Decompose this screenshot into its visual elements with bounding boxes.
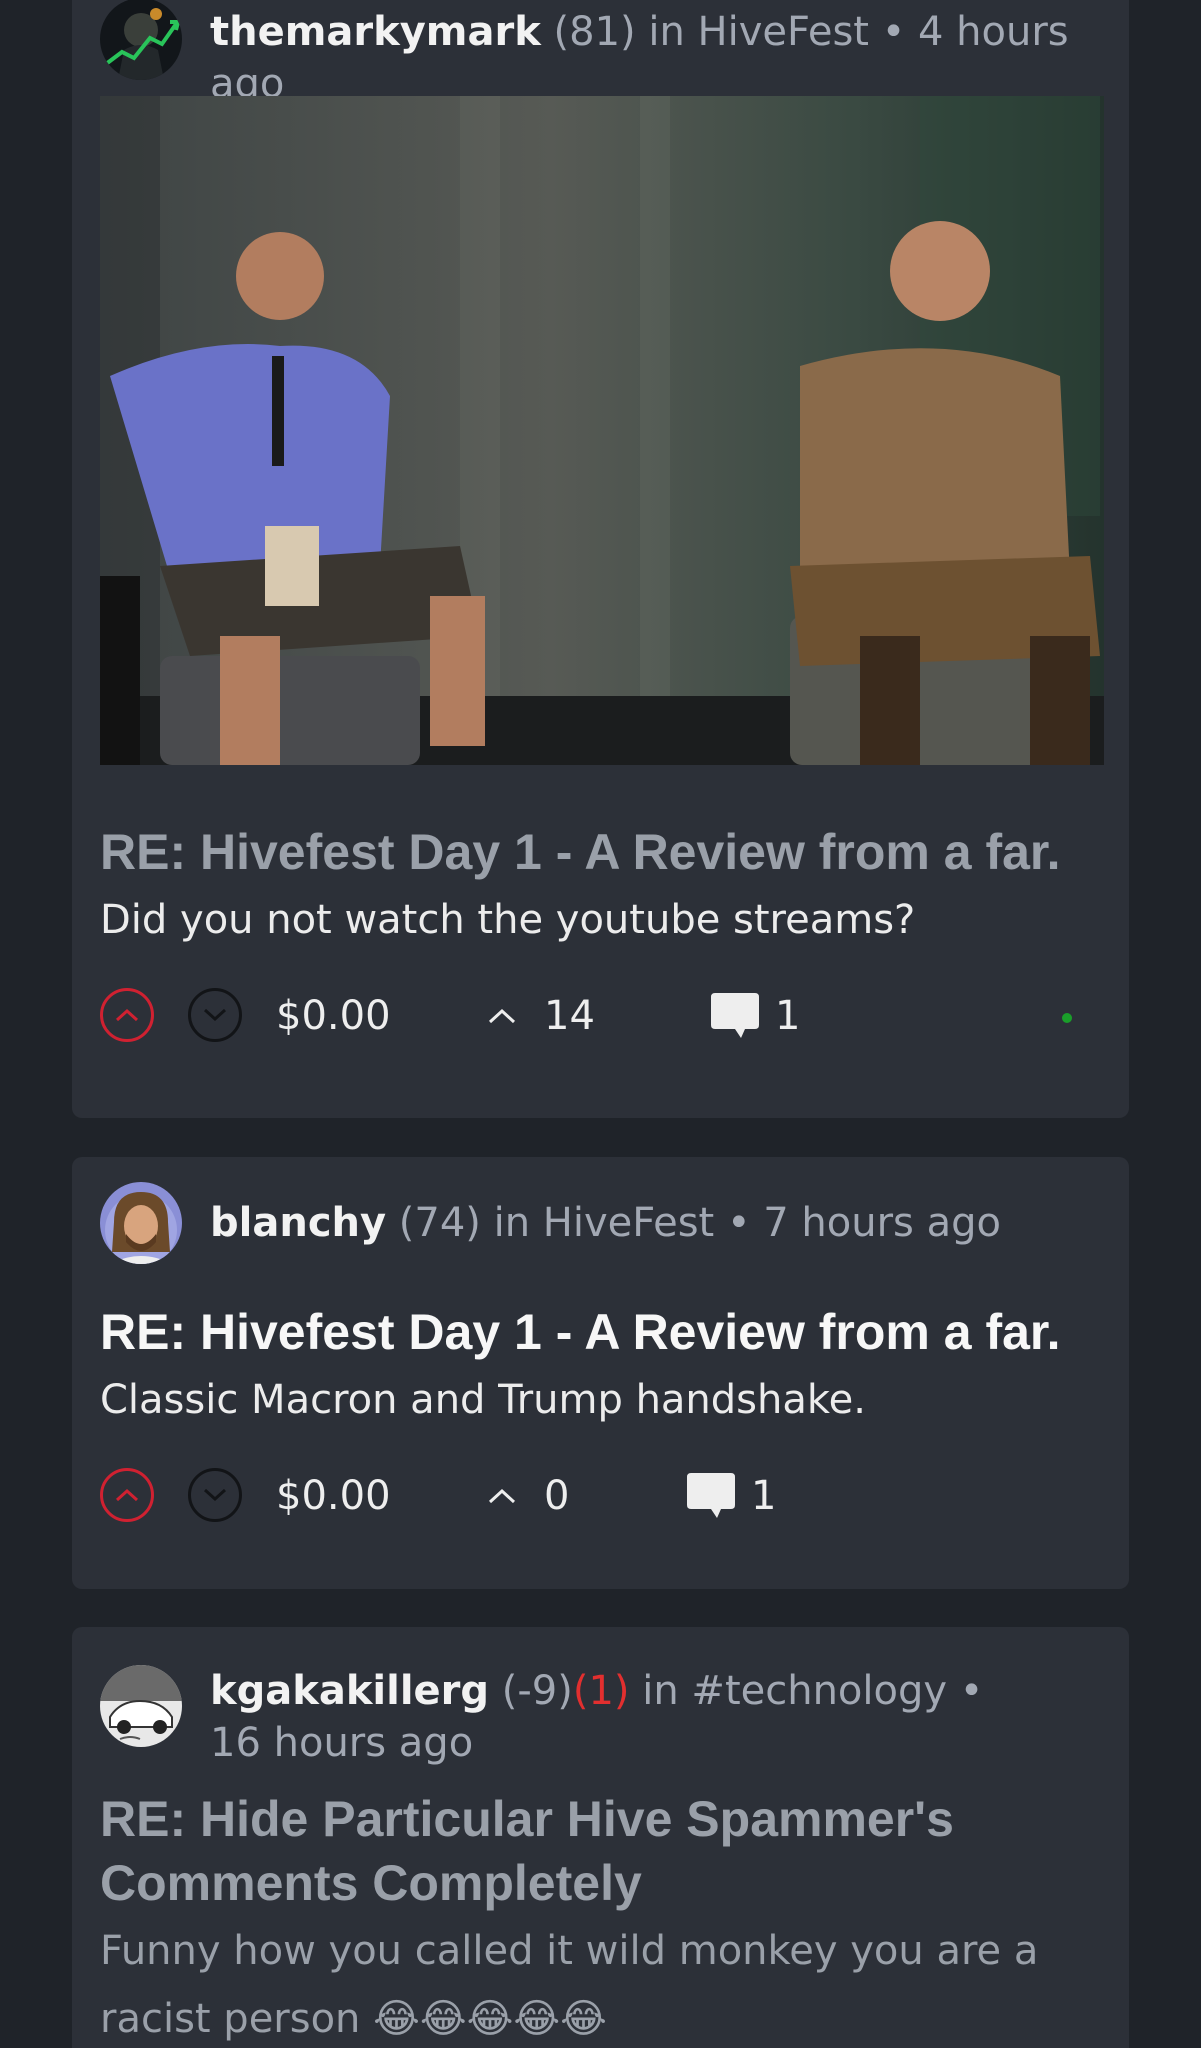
- post-image[interactable]: [100, 96, 1104, 765]
- author-name[interactable]: themarkymark: [210, 9, 541, 55]
- chevron-up-icon: [115, 1488, 139, 1502]
- author-reputation: (74): [398, 1200, 481, 1246]
- author-reputation: (81): [553, 9, 636, 55]
- avatar[interactable]: [100, 1182, 182, 1264]
- post-time: • 7 hours ago: [726, 1200, 1001, 1246]
- post-title[interactable]: RE: Hivefest Day 1 - A Review from a far…: [100, 1300, 1089, 1364]
- comment-count[interactable]: 1: [709, 988, 800, 1044]
- chevron-down-icon: [203, 1008, 227, 1022]
- author-name[interactable]: blanchy: [210, 1200, 386, 1246]
- comment-bubble-icon: [687, 1473, 735, 1518]
- post-byline: themarkymark (81) in HiveFest • 4 hours …: [100, 0, 1129, 110]
- vote-count-value: 14: [544, 993, 595, 1039]
- avatar[interactable]: [100, 0, 182, 80]
- post-body[interactable]: Funny how you called it wild monkey you …: [100, 1917, 1089, 2048]
- post-body[interactable]: Classic Macron and Trump handshake.: [100, 1366, 1089, 1434]
- post-title[interactable]: RE: Hivefest Day 1 - A Review from a far…: [100, 820, 1089, 884]
- vote-count[interactable]: 14: [486, 988, 595, 1044]
- post-title[interactable]: RE: Hide Particular Hive Spammer's Comme…: [100, 1787, 1089, 1915]
- flag-count: (1): [572, 1668, 630, 1714]
- post-body[interactable]: Did you not watch the youtube streams?: [100, 886, 1089, 954]
- upvote-button[interactable]: [100, 1468, 154, 1522]
- comment-bubble-icon: [711, 993, 759, 1038]
- online-status-dot: [1062, 1013, 1072, 1023]
- vote-count[interactable]: 0: [486, 1468, 569, 1524]
- post-card: kgakakillerg (-9)(1) in #technology • 16…: [72, 1627, 1129, 2048]
- post-byline: kgakakillerg (-9)(1) in #technology • 16…: [100, 1665, 990, 1769]
- community-link[interactable]: in HiveFest: [494, 1200, 715, 1246]
- downvote-button[interactable]: [188, 988, 242, 1042]
- community-link[interactable]: in HiveFest: [648, 9, 869, 55]
- comment-count-value: 1: [751, 1473, 777, 1519]
- caret-up-icon: [488, 1488, 516, 1504]
- post-card: themarkymark (81) in HiveFest • 4 hours …: [72, 0, 1129, 1118]
- vote-count-value: 0: [544, 1473, 570, 1519]
- caret-up-icon: [488, 1008, 516, 1024]
- downvote-button[interactable]: [188, 1468, 242, 1522]
- payout-amount[interactable]: $0.00: [276, 1468, 391, 1524]
- author-name[interactable]: kgakakillerg: [210, 1668, 489, 1714]
- avatar[interactable]: [100, 1665, 182, 1747]
- community-link[interactable]: in #technology: [642, 1668, 947, 1714]
- payout-amount[interactable]: $0.00: [276, 988, 391, 1044]
- feed: themarkymark (81) in HiveFest • 4 hours …: [0, 0, 1201, 2048]
- author-reputation: (-9): [501, 1668, 573, 1714]
- post-card: blanchy (74) in HiveFest • 7 hours ago R…: [72, 1157, 1129, 1589]
- chevron-down-icon: [203, 1488, 227, 1502]
- comment-count[interactable]: 1: [685, 1468, 776, 1524]
- comment-count-value: 1: [775, 993, 801, 1039]
- post-actions: $0.00 0 1: [100, 1468, 1100, 1528]
- chevron-up-icon: [115, 1008, 139, 1022]
- post-byline: blanchy (74) in HiveFest • 7 hours ago: [100, 1182, 1001, 1264]
- post-actions: $0.00 14 1: [100, 988, 1100, 1048]
- upvote-button[interactable]: [100, 988, 154, 1042]
